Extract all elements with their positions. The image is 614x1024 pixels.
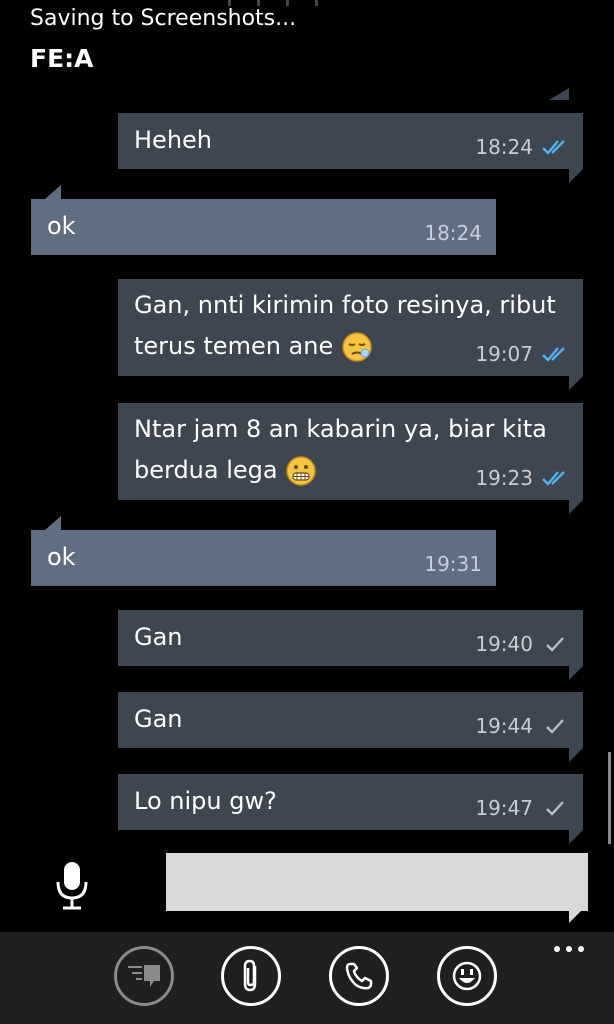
attach-button[interactable] — [221, 946, 281, 1006]
saving-status-text: Saving to Screenshots... — [30, 6, 297, 31]
message-meta: 19:40 — [475, 632, 569, 656]
call-button[interactable] — [329, 946, 389, 1006]
message-meta: 19:44 — [475, 714, 569, 738]
message-meta: 19:47 — [475, 796, 569, 820]
message-bubble-outgoing[interactable]: Gan, nnti kirimin foto resinya, ribut te… — [118, 279, 583, 390]
message-meta: 19:31 — [424, 552, 482, 576]
bubble-tail — [569, 830, 583, 844]
message-meta: 19:07 — [475, 342, 569, 366]
emoji-icon — [452, 961, 482, 991]
bubble-tail — [569, 500, 583, 514]
message-bubble-outgoing[interactable]: Gan 19:44 — [118, 692, 583, 762]
double-check-read-icon — [542, 347, 565, 362]
message-text: Heheh — [134, 126, 212, 154]
message-time: 19:07 — [475, 342, 533, 366]
scrollbar[interactable] — [608, 752, 611, 844]
message-meta: 18:24 — [424, 221, 482, 245]
message-text: Lo nipu gw? — [134, 787, 277, 815]
message-meta: 18:24 — [475, 135, 569, 159]
double-check-read-icon — [542, 471, 565, 486]
message-time: 19:47 — [475, 796, 533, 820]
message-time: 18:24 — [424, 221, 482, 245]
message-bubble-outgoing[interactable]: Ntar jam 8 an kabarin ya, biar kita berd… — [118, 403, 583, 514]
phone-icon — [345, 962, 373, 990]
bubble-tail — [569, 169, 583, 183]
message-bubble-outgoing[interactable]: Lo nipu gw? 19:47 — [118, 774, 583, 844]
message-bubble-outgoing[interactable]: Gan 19:40 — [118, 610, 583, 680]
attach-icon — [243, 959, 257, 992]
check-sent-icon — [546, 719, 564, 734]
bubble-tail — [45, 185, 61, 199]
message-input[interactable] — [166, 853, 588, 911]
message-time: 19:40 — [475, 632, 533, 656]
check-sent-icon — [546, 637, 564, 652]
message-bubble-outgoing[interactable]: Heheh 18:24 — [118, 113, 583, 183]
emoji-button[interactable] — [437, 946, 497, 1006]
message-time: 19:31 — [424, 552, 482, 576]
message-time: 18:24 — [475, 135, 533, 159]
chat-bubbles-icon — [128, 965, 160, 987]
contact-name[interactable]: FE:A — [30, 44, 94, 73]
message-text: Gan — [134, 623, 183, 651]
microphone-icon[interactable] — [54, 860, 90, 912]
message-input-tail — [569, 909, 583, 923]
chat-bubbles-button[interactable] — [114, 946, 174, 1006]
grimacing-face-emoji-icon — [286, 456, 316, 486]
more-icon[interactable] — [554, 946, 584, 952]
sleepy-face-emoji-icon — [342, 332, 372, 362]
message-text: ok — [47, 212, 76, 240]
message-time: 19:44 — [475, 714, 533, 738]
message-text: ok — [47, 543, 76, 571]
message-text: Gan — [134, 705, 183, 733]
bubble-tail — [45, 516, 61, 530]
message-time: 19:23 — [475, 466, 533, 490]
double-check-read-icon — [542, 140, 565, 155]
app-bar — [0, 932, 614, 1024]
message-bubble-incoming[interactable]: ok 19:31 — [31, 516, 496, 586]
bubble-tail — [569, 748, 583, 762]
message-bubble-incoming[interactable]: ok 18:24 — [31, 185, 496, 255]
bubble-tail — [569, 666, 583, 680]
message-meta: 19:23 — [475, 466, 569, 490]
previous-bubble-tail — [549, 88, 569, 100]
check-sent-icon — [546, 801, 564, 816]
bubble-tail — [569, 376, 583, 390]
